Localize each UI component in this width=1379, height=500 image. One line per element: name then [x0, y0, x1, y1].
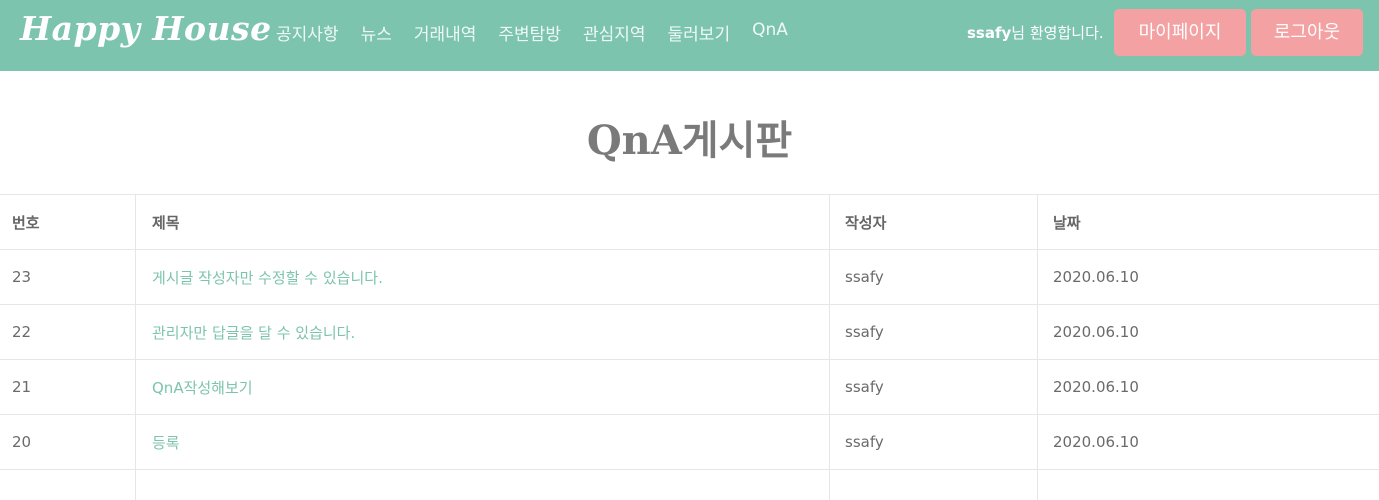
- mypage-button[interactable]: 마이페이지: [1114, 9, 1246, 56]
- row-number: 20: [0, 415, 136, 470]
- column-header-author: 작성자: [830, 195, 1038, 250]
- table-row: 23 게시글 작성자만 수정할 수 있습니다. ssafy 2020.06.10: [0, 250, 1379, 305]
- post-title-link[interactable]: QnA작성해보기: [152, 379, 253, 397]
- column-header-date: 날짜: [1038, 195, 1379, 250]
- nav-item-neighborhood[interactable]: 주변탐방: [498, 20, 561, 45]
- nav-item-news[interactable]: 뉴스: [361, 20, 392, 45]
- row-date: 2020.06.10: [1038, 360, 1379, 415]
- row-date: 2020.06.10: [1038, 305, 1379, 360]
- nav-item-qna[interactable]: QnA: [752, 20, 788, 45]
- table-header-row: 번호 제목 작성자 날짜: [0, 195, 1379, 250]
- nav-item-transactions[interactable]: 거래내역: [414, 20, 477, 45]
- row-title-cell: QnA작성해보기: [136, 360, 830, 415]
- logout-button[interactable]: 로그아웃: [1251, 9, 1363, 56]
- table-row: 20 등록 ssafy 2020.06.10: [0, 415, 1379, 470]
- row-author: ssafy: [830, 250, 1038, 305]
- nav-item-browse[interactable]: 둘러보기: [668, 20, 731, 45]
- nav-item-notice[interactable]: 공지사항: [276, 20, 339, 45]
- row-author: ssafy: [830, 305, 1038, 360]
- welcome-suffix: 님 환영합니다.: [1011, 24, 1103, 42]
- row-title-cell: 등록: [136, 415, 830, 470]
- row-number: 22: [0, 305, 136, 360]
- welcome-username: ssafy: [967, 24, 1011, 42]
- nav-item-interest-area[interactable]: 관심지역: [583, 20, 646, 45]
- page-title: QnA게시판: [0, 108, 1379, 166]
- nav-menu: 공지사항 뉴스 거래내역 주변탐방 관심지역 둘러보기 QnA: [276, 20, 788, 45]
- row-number: 21: [0, 360, 136, 415]
- brand-logo[interactable]: Happy House: [20, 9, 272, 48]
- qna-board-table: 번호 제목 작성자 날짜 23 게시글 작성자만 수정할 수 있습니다. ssa…: [0, 194, 1379, 500]
- row-author: ssafy: [830, 415, 1038, 470]
- row-date: 2020.06.10: [1038, 250, 1379, 305]
- table-row: 21 QnA작성해보기 ssafy 2020.06.10: [0, 360, 1379, 415]
- table-row: 22 관리자만 답글을 달 수 있습니다. ssafy 2020.06.10: [0, 305, 1379, 360]
- column-header-title: 제목: [136, 195, 830, 250]
- row-number: 23: [0, 250, 136, 305]
- row-title-cell: 게시글 작성자만 수정할 수 있습니다.: [136, 250, 830, 305]
- row-author: ssafy: [830, 360, 1038, 415]
- post-title-link[interactable]: 게시글 작성자만 수정할 수 있습니다.: [152, 269, 383, 287]
- post-title-link[interactable]: 관리자만 답글을 달 수 있습니다.: [152, 324, 355, 342]
- navbar: Happy House 공지사항 뉴스 거래내역 주변탐방 관심지역 둘러보기 …: [0, 0, 1379, 71]
- column-header-number: 번호: [0, 195, 136, 250]
- row-date: 2020.06.10: [1038, 415, 1379, 470]
- post-title-link[interactable]: 등록: [152, 434, 180, 452]
- row-title-cell: 관리자만 답글을 달 수 있습니다.: [136, 305, 830, 360]
- welcome-message: ssafy님 환영합니다.: [967, 22, 1104, 43]
